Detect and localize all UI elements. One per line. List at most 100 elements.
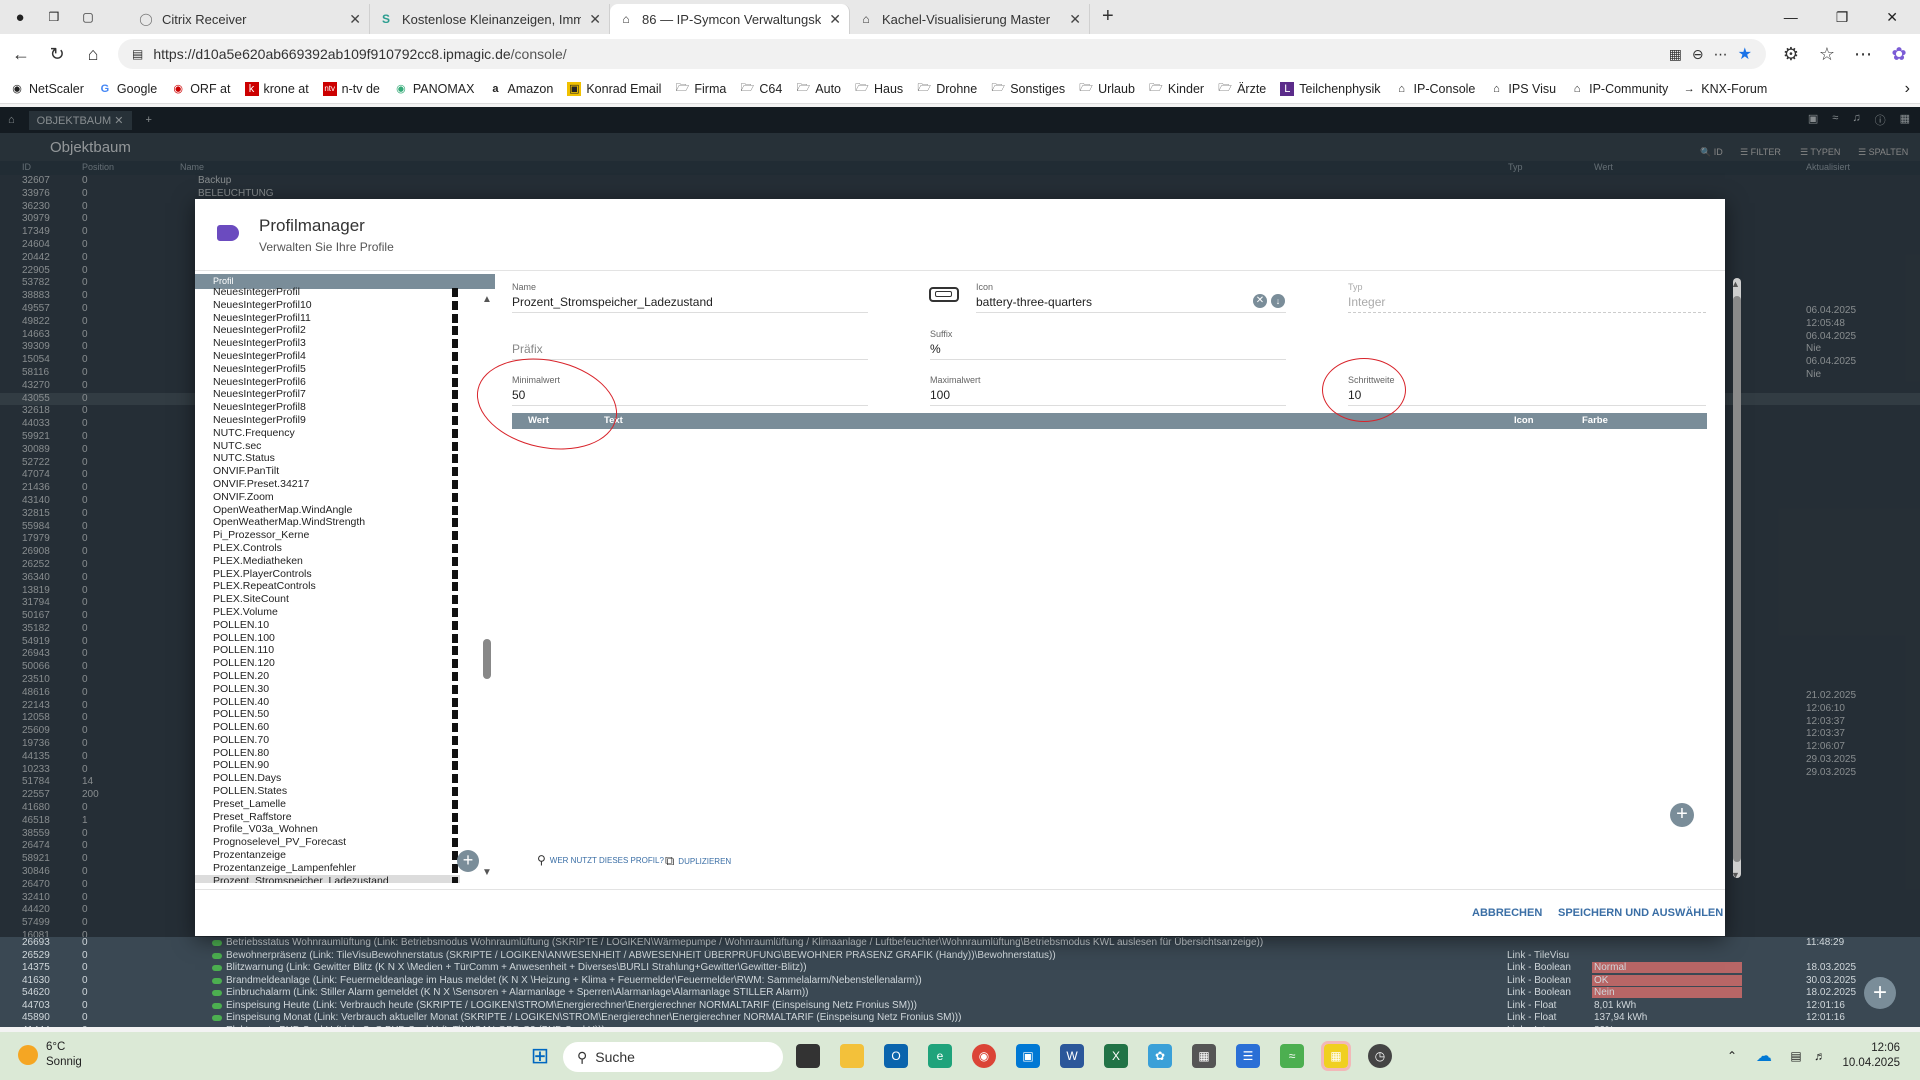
profile-list-item[interactable]: Prozentanzeige_Lampenfehler xyxy=(195,862,460,875)
bookmark[interactable]: ◉ PANOMAX xyxy=(394,82,474,96)
home-icon[interactable]: ⌂ xyxy=(82,44,104,65)
delete-icon[interactable] xyxy=(452,300,458,310)
charts-app-icon[interactable]: ≈ xyxy=(1280,1044,1304,1068)
dialog-scrollbar-thumb[interactable] xyxy=(1733,296,1741,862)
bookmark[interactable]: G Google xyxy=(98,82,158,96)
profile-list-item[interactable]: ONVIF.Preset.34217 xyxy=(195,478,460,491)
delete-icon[interactable] xyxy=(452,364,458,374)
delete-icon[interactable] xyxy=(452,710,458,720)
sticky-notes-icon[interactable]: ▦ xyxy=(1321,1041,1351,1071)
profile-list-item[interactable]: NUTC.sec xyxy=(195,440,460,453)
close-tab-icon[interactable]: ✕ xyxy=(349,11,361,28)
profile-list-item[interactable]: Preset_Lamelle xyxy=(195,798,460,811)
delete-icon[interactable] xyxy=(452,761,458,771)
profile-list-item[interactable]: OpenWeatherMap.WindStrength xyxy=(195,516,460,529)
delete-icon[interactable] xyxy=(452,582,458,592)
profile-list-item[interactable]: POLLEN.90 xyxy=(195,759,460,772)
bookmark-folder[interactable]: 🗁 Haus xyxy=(855,82,903,96)
delete-icon[interactable] xyxy=(452,467,458,477)
tab-actions-icon[interactable]: ▢ xyxy=(80,9,96,25)
prefix-input[interactable]: Präfix xyxy=(512,342,868,360)
delete-icon[interactable] xyxy=(452,569,458,579)
delete-icon[interactable] xyxy=(452,659,458,669)
delete-icon[interactable] xyxy=(452,492,458,502)
delete-icon[interactable] xyxy=(452,748,458,758)
bookmark-folder[interactable]: 🗁 Ärzte xyxy=(1218,82,1266,96)
dialog-scroll-down-icon[interactable]: ▼ xyxy=(1731,870,1740,880)
delete-icon[interactable] xyxy=(452,351,458,361)
delete-icon[interactable] xyxy=(452,505,458,515)
profile-list-item[interactable]: Preset_Raffstore xyxy=(195,811,460,824)
profile-list-item[interactable]: PLEX.RepeatControls xyxy=(195,580,460,593)
delete-icon[interactable] xyxy=(452,428,458,438)
add-association-button[interactable]: + xyxy=(1670,803,1694,827)
edge-icon[interactable]: e xyxy=(928,1044,952,1068)
add-object-button[interactable]: + xyxy=(1864,977,1896,1009)
browser-tab[interactable]: ⌂ Kachel-Visualisierung Master ✕ xyxy=(850,4,1090,34)
profile-list-item[interactable]: POLLEN.20 xyxy=(195,670,460,683)
site-info-icon[interactable]: ▤ xyxy=(132,47,143,61)
calculator-icon[interactable]: ▦ xyxy=(1192,1044,1216,1068)
profile-list-item[interactable]: POLLEN.110 xyxy=(195,644,460,657)
delete-icon[interactable] xyxy=(452,684,458,694)
delete-icon[interactable] xyxy=(452,313,458,323)
profile-list-item[interactable]: NUTC.Status xyxy=(195,452,460,465)
delete-icon[interactable] xyxy=(452,556,458,566)
profile-list-item[interactable]: NeuesIntegerProfil10 xyxy=(195,299,460,312)
profile-list-item[interactable]: POLLEN.70 xyxy=(195,734,460,747)
close-tab-icon[interactable]: ✕ xyxy=(589,11,601,28)
profile-list-item[interactable]: NeuesIntegerProfil4 xyxy=(195,350,460,363)
max-value-input[interactable]: 100 xyxy=(930,388,1286,406)
profile-list-scrollbar[interactable] xyxy=(483,639,491,679)
name-input[interactable]: Prozent_Stromspeicher_Ladezustand xyxy=(512,295,868,313)
app-available-icon[interactable]: ▦ xyxy=(1669,46,1682,63)
profile-list-item[interactable]: NeuesIntegerProfil9 xyxy=(195,414,460,427)
bookmark[interactable]: ntv n-tv de xyxy=(322,81,380,96)
profile-list-item[interactable]: Profile_V03a_Wohnen xyxy=(195,823,460,836)
close-tab-icon[interactable]: ✕ xyxy=(1069,11,1081,28)
profile-list-item[interactable]: Pi_Prozessor_Kerne xyxy=(195,529,460,542)
minimize-icon[interactable]: — xyxy=(1784,9,1798,25)
bookmark[interactable]: → KNX-Forum xyxy=(1682,82,1767,96)
profile-list-item[interactable]: PLEX.PlayerControls xyxy=(195,568,460,581)
scroll-down-icon[interactable]: ▼ xyxy=(482,867,492,878)
onedrive-icon[interactable]: ☁ xyxy=(1752,1044,1776,1068)
bookmark-folder[interactable]: 🗁 Sonstiges xyxy=(991,82,1065,96)
profile-list-item[interactable]: Prozentanzeige xyxy=(195,849,460,862)
tree-row[interactable]: 14375 0 Blitzwarnung (Link: Gewitter Blitz… xyxy=(0,962,1920,975)
close-tab-icon[interactable]: ✕ xyxy=(829,11,841,28)
delete-icon[interactable] xyxy=(452,723,458,733)
address-bar[interactable]: ▤ https://d10a5e620ab669392ab109f910792c… xyxy=(118,39,1766,69)
profile-list-item[interactable]: ONVIF.Zoom xyxy=(195,491,460,504)
profile-list-item[interactable]: NeuesIntegerProfil2 xyxy=(195,324,460,337)
remote-desktop-icon[interactable]: ▣ xyxy=(1016,1044,1040,1068)
browser-tab[interactable]: ◯ Citrix Receiver ✕ xyxy=(130,4,370,34)
delete-icon[interactable] xyxy=(452,620,458,630)
windows-start-icon[interactable]: ⊞ xyxy=(528,1043,552,1068)
profile-list-item[interactable]: Prozent_Stromspeicher_Ladezustand xyxy=(195,874,460,883)
outlook-icon[interactable]: O xyxy=(884,1044,908,1068)
tree-row[interactable]: 26693 0 Betriebsstatus Wohnraumlüftung (Li… xyxy=(0,937,1920,950)
bookmark[interactable]: ◉ ORF at xyxy=(171,82,230,96)
menu-icon[interactable]: ⋯ xyxy=(1852,44,1874,65)
task-view-icon[interactable] xyxy=(796,1044,820,1068)
delete-icon[interactable] xyxy=(452,543,458,553)
word-icon[interactable]: W xyxy=(1060,1044,1084,1068)
profile-list-item[interactable]: ONVIF.PanTilt xyxy=(195,465,460,478)
delete-icon[interactable] xyxy=(452,607,458,617)
bookmark-folder[interactable]: 🗁 Urlaub xyxy=(1079,82,1135,96)
profile-list-item[interactable]: NUTC.Frequency xyxy=(195,427,460,440)
scroll-up-icon[interactable]: ▲ xyxy=(482,294,492,305)
save-and-select-button[interactable]: SPEICHERN UND AUSWÄHLEN xyxy=(1558,907,1723,919)
delete-icon[interactable] xyxy=(452,876,458,883)
zoom-icon[interactable]: ⊖ xyxy=(1692,46,1704,63)
delete-icon[interactable] xyxy=(452,339,458,349)
bookmark-folder[interactable]: 🗁 Drohne xyxy=(917,82,977,96)
delete-icon[interactable] xyxy=(452,403,458,413)
profile-list-item[interactable]: POLLEN.Days xyxy=(195,772,460,785)
profile-list-item[interactable]: POLLEN.60 xyxy=(195,721,460,734)
tree-row[interactable]: 41630 0 Brandmeldeanlage (Link: Feuermelde… xyxy=(0,974,1920,988)
profile-list-item[interactable]: NeuesIntegerProfil7 xyxy=(195,388,460,401)
duplicate-button[interactable]: ⧉ DUPLIZIEREN xyxy=(665,853,731,869)
delete-icon[interactable] xyxy=(452,838,458,848)
